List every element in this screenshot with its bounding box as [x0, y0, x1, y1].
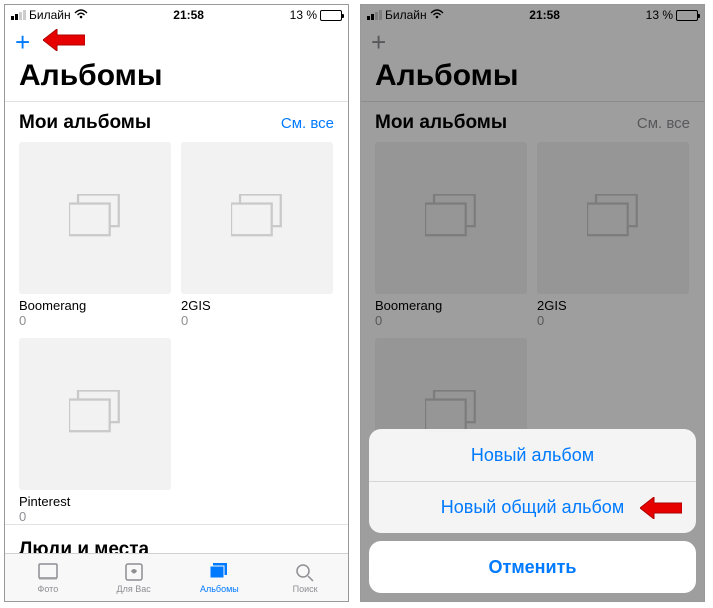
search-icon	[293, 561, 317, 583]
annotation-arrow-icon	[640, 497, 682, 519]
photos-icon	[36, 561, 60, 583]
album-item[interactable]: Boomerang 0	[19, 142, 171, 328]
tab-albums[interactable]: Альбомы	[177, 554, 263, 601]
album-thumbnail	[19, 338, 171, 490]
tab-label: Фото	[38, 584, 59, 594]
albums-grid: Boomerang 0 2GIS 0 Pinterest 0	[5, 142, 348, 524]
clock: 21:58	[173, 8, 204, 22]
page-title: Альбомы	[5, 59, 348, 101]
action-sheet-group: Новый альбом Новый общий альбом	[369, 429, 696, 533]
action-sheet: Новый альбом Новый общий альбом Отменить	[369, 429, 696, 593]
wifi-icon	[74, 8, 88, 22]
photo-stack-icon	[69, 194, 121, 243]
status-bar: Билайн 21:58 13 %	[5, 5, 348, 25]
tab-label: Альбомы	[200, 584, 239, 594]
album-name: 2GIS	[181, 298, 333, 313]
tab-bar: Фото Для Вас Альбомы Поиск	[5, 553, 348, 601]
for-you-icon	[122, 561, 146, 583]
signal-icon	[11, 10, 26, 20]
add-button[interactable]: +	[15, 29, 30, 55]
album-name: Pinterest	[19, 494, 171, 509]
tab-for-you[interactable]: Для Вас	[91, 554, 177, 601]
battery-percent: 13 %	[290, 8, 317, 22]
see-all-link[interactable]: См. все	[281, 115, 334, 132]
tab-label: Для Вас	[117, 584, 151, 594]
carrier-label: Билайн	[29, 8, 71, 22]
annotation-arrow-icon	[43, 29, 85, 51]
tab-label: Поиск	[293, 584, 318, 594]
album-thumbnail	[181, 142, 333, 294]
photo-stack-icon	[69, 390, 121, 439]
photo-stack-icon	[231, 194, 283, 243]
battery-icon	[320, 10, 342, 21]
album-count: 0	[19, 313, 171, 328]
cancel-button[interactable]: Отменить	[369, 541, 696, 593]
album-item[interactable]: 2GIS 0	[181, 142, 333, 328]
phone-left: Билайн 21:58 13 % + Альбомы Мои альбомы …	[4, 4, 349, 602]
album-item[interactable]: Pinterest 0	[19, 338, 171, 524]
sheet-label: Отменить	[489, 557, 577, 578]
new-album-button[interactable]: Новый альбом	[369, 429, 696, 481]
sheet-label: Новый общий альбом	[441, 497, 624, 518]
album-thumbnail	[19, 142, 171, 294]
section-header-my-albums: Мои альбомы См. все	[5, 101, 348, 142]
phone-right: Билайн 21:58 13 % + Альбомы Мои альбомы …	[360, 4, 705, 602]
section-title: Мои альбомы	[19, 112, 151, 134]
new-shared-album-button[interactable]: Новый общий альбом	[369, 481, 696, 533]
nav-bar: +	[5, 25, 348, 59]
album-count: 0	[181, 313, 333, 328]
sheet-label: Новый альбом	[471, 445, 594, 466]
album-count: 0	[19, 509, 171, 524]
tab-photos[interactable]: Фото	[5, 554, 91, 601]
album-name: Boomerang	[19, 298, 171, 313]
albums-icon	[207, 561, 231, 583]
tab-search[interactable]: Поиск	[262, 554, 348, 601]
